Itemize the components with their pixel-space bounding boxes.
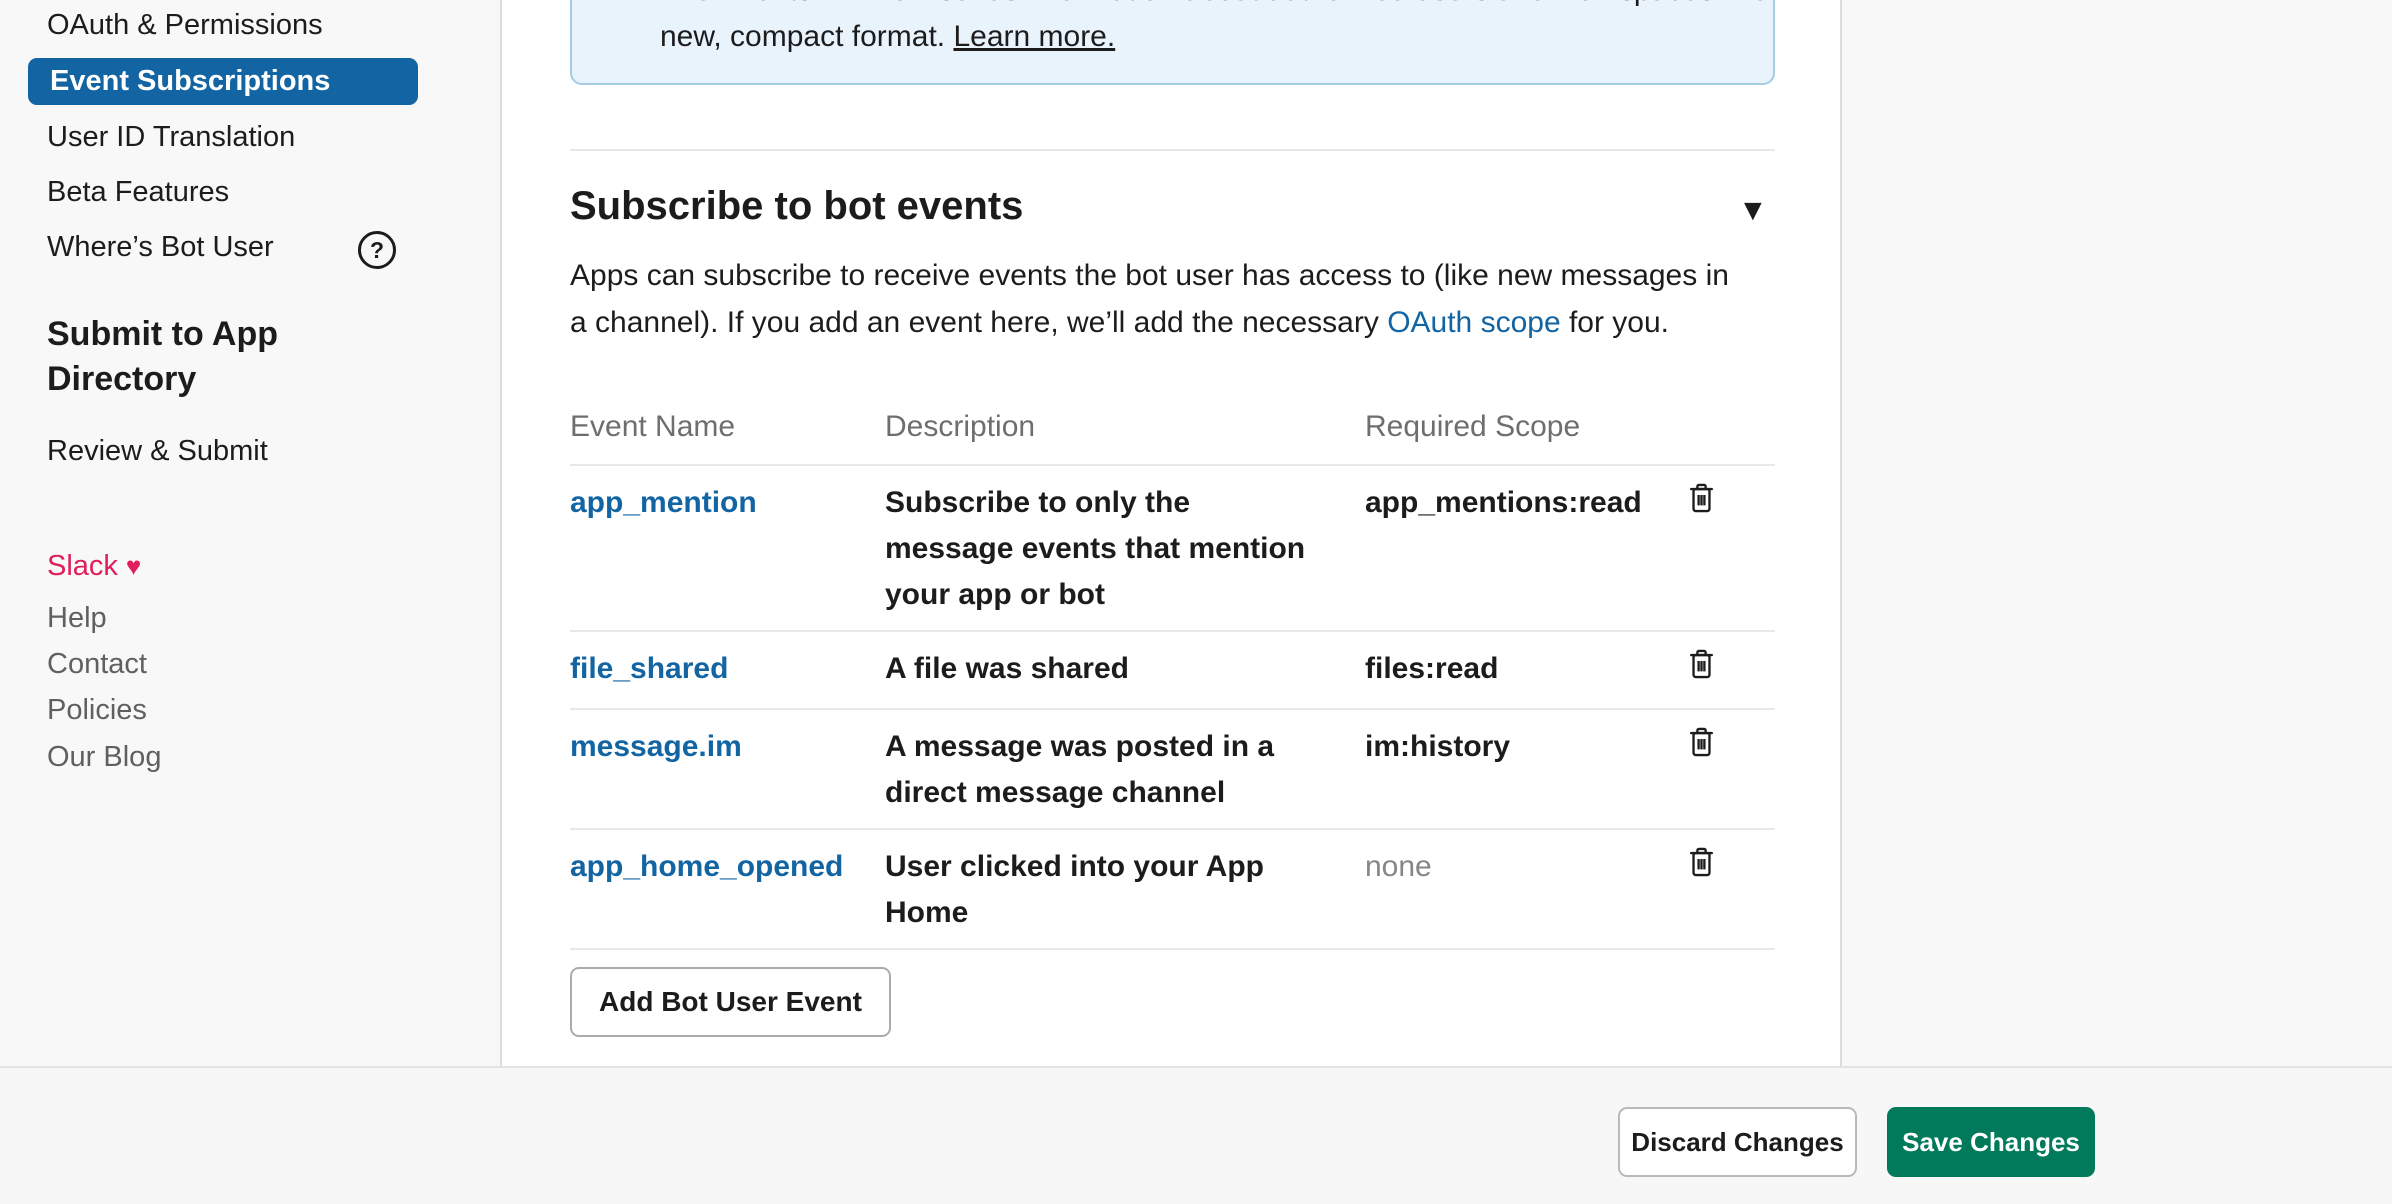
sidebar-brand-link[interactable]: Slack ♥	[47, 549, 141, 583]
event-link-message-im[interactable]: message.im	[570, 730, 742, 763]
event-description: A file was shared	[885, 631, 1365, 709]
event-scope: files:read	[1365, 631, 1680, 709]
learn-more-link[interactable]: Learn more.	[953, 20, 1115, 53]
right-gutter	[1840, 0, 2392, 1066]
event-description: Subscribe to only the message events tha…	[885, 465, 1365, 631]
table-row: file_shared A file was shared files:read	[570, 631, 1775, 709]
trash-icon	[1685, 748, 1718, 763]
delete-event-button[interactable]	[1685, 646, 1718, 685]
save-footer-bar: Discard Changes Save Changes	[0, 1066, 2392, 1204]
delete-event-button[interactable]	[1685, 844, 1718, 883]
save-changes-button[interactable]: Save Changes	[1887, 1107, 2095, 1177]
table-row: message.im A message was posted in a dir…	[570, 709, 1775, 829]
event-scope: im:history	[1365, 709, 1680, 829]
section-divider	[570, 149, 1775, 151]
brand-label: Slack	[47, 550, 118, 582]
sidebar-item-wheres-bot-user[interactable]: Where’s Bot User	[47, 230, 274, 264]
column-header-required-scope: Required Scope	[1365, 390, 1680, 465]
section-description: Apps can subscribe to receive events the…	[570, 252, 1729, 346]
sidebar-link-help[interactable]: Help	[47, 601, 107, 635]
column-header-event-name: Event Name	[570, 390, 885, 465]
event-link-file-shared[interactable]: file_shared	[570, 652, 728, 685]
banner-text-line2: new, compact format. Learn more.	[660, 14, 1745, 60]
discard-changes-button[interactable]: Discard Changes	[1618, 1107, 1857, 1177]
sidebar-section-heading: Submit to App Directory	[47, 312, 327, 402]
sidebar-item-user-id-translation[interactable]: User ID Translation	[47, 120, 295, 154]
sidebar-link-contact[interactable]: Contact	[47, 647, 147, 681]
sidebar-item-review-submit[interactable]: Review & Submit	[47, 434, 268, 468]
event-link-app-mention[interactable]: app_mention	[570, 486, 757, 519]
banner-text-line1: The Events API now sends information abo…	[660, 0, 1745, 14]
sidebar-item-beta-features[interactable]: Beta Features	[47, 175, 229, 209]
sidebar-item-label: Event Subscriptions	[50, 65, 330, 98]
table-row: app_mention Subscribe to only the messag…	[570, 465, 1775, 631]
event-scope: app_mentions:read	[1365, 465, 1680, 631]
events-api-info-banner: The Events API now sends information abo…	[570, 0, 1775, 85]
sidebar-item-event-subscriptions[interactable]: Event Subscriptions	[28, 58, 418, 105]
column-header-description: Description	[885, 390, 1365, 465]
column-header-actions	[1680, 390, 1775, 465]
trash-icon	[1685, 504, 1718, 519]
event-scope: none	[1365, 829, 1680, 949]
sidebar-link-our-blog[interactable]: Our Blog	[47, 740, 161, 774]
sidebar: OAuth & Permissions Event Subscriptions …	[0, 0, 502, 1066]
add-bot-user-event-button[interactable]: Add Bot User Event	[570, 967, 891, 1037]
section-title: Subscribe to bot events	[570, 184, 1023, 229]
trash-icon	[1685, 670, 1718, 685]
event-link-app-home-opened[interactable]: app_home_opened	[570, 850, 843, 883]
table-header-row: Event Name Description Required Scope	[570, 390, 1775, 465]
help-question-icon[interactable]: ?	[358, 231, 396, 269]
sidebar-link-policies[interactable]: Policies	[47, 693, 147, 727]
trash-icon	[1685, 868, 1718, 883]
delete-event-button[interactable]	[1685, 480, 1718, 519]
heart-icon: ♥	[126, 551, 141, 581]
event-description: User clicked into your App Home	[885, 829, 1365, 949]
event-description: A message was posted in a direct message…	[885, 709, 1365, 829]
table-row: app_home_opened User clicked into your A…	[570, 829, 1775, 949]
collapse-chevron-icon[interactable]: ▼	[1738, 194, 1768, 228]
delete-event-button[interactable]	[1685, 724, 1718, 763]
oauth-scope-link[interactable]: OAuth scope	[1387, 306, 1560, 339]
bot-events-table: Event Name Description Required Scope ap…	[570, 390, 1775, 950]
sidebar-item-oauth-permissions[interactable]: OAuth & Permissions	[47, 8, 323, 42]
